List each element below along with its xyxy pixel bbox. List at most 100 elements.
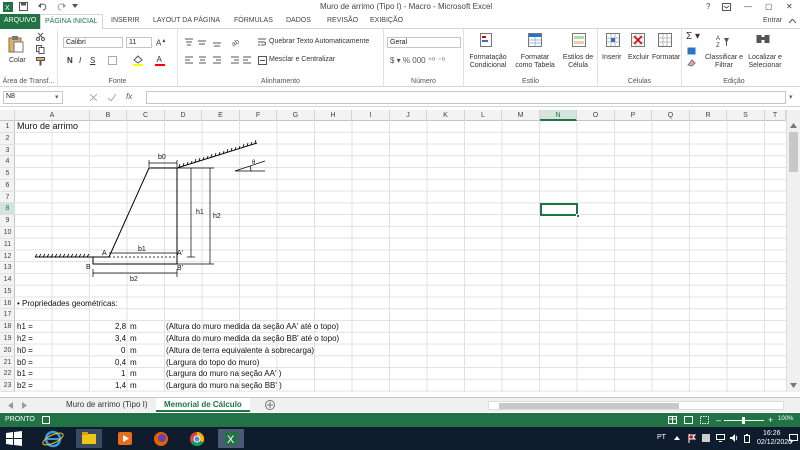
macro-record-icon[interactable] bbox=[42, 416, 50, 424]
scroll-up-icon[interactable] bbox=[790, 123, 797, 128]
close-button[interactable]: ✕ bbox=[786, 2, 793, 11]
column-header[interactable]: A bbox=[15, 110, 90, 121]
merge-center-icon[interactable] bbox=[258, 56, 267, 65]
zoom-slider[interactable] bbox=[724, 417, 764, 424]
chrome-icon[interactable] bbox=[184, 429, 210, 448]
sheet-tab-active[interactable]: Memorial de Cálculo bbox=[156, 398, 250, 412]
align-left-icon[interactable] bbox=[184, 56, 224, 65]
vertical-scrollbar[interactable] bbox=[786, 110, 800, 392]
cell-param-unit[interactable]: m bbox=[130, 357, 137, 369]
volume-icon[interactable] bbox=[730, 434, 739, 442]
borders-icon[interactable] bbox=[108, 56, 117, 65]
column-header[interactable]: C bbox=[127, 110, 165, 121]
tab-arquivo[interactable]: ARQUIVO bbox=[0, 14, 41, 29]
row-header[interactable]: 12 bbox=[0, 251, 15, 263]
row-header[interactable]: 14 bbox=[0, 274, 15, 286]
column-header[interactable]: M bbox=[502, 110, 540, 121]
cell-param-unit[interactable]: m bbox=[130, 345, 137, 357]
format-cells-icon[interactable] bbox=[658, 33, 672, 49]
next-sheet-icon[interactable] bbox=[22, 402, 27, 409]
cell-param-name[interactable]: b1 = bbox=[17, 368, 33, 380]
cell-param-desc[interactable]: (Largura do muro na seção BB' ) bbox=[166, 380, 282, 392]
cell-param-unit[interactable]: m bbox=[130, 333, 137, 345]
cell-styles-icon[interactable] bbox=[572, 33, 586, 49]
zoom-out-button[interactable]: – bbox=[716, 415, 721, 425]
cell-param-name[interactable]: h0 = bbox=[17, 345, 33, 357]
clock-time[interactable]: 16:26 bbox=[763, 430, 781, 437]
horizontal-scrollbar[interactable] bbox=[488, 401, 784, 410]
column-header[interactable]: F bbox=[240, 110, 277, 121]
maximize-button[interactable]: ▢ bbox=[765, 2, 773, 11]
conditional-format-button[interactable]: Formatação Condicional bbox=[466, 54, 510, 70]
align-top-icon[interactable] bbox=[184, 38, 224, 47]
tray-app-icon[interactable] bbox=[702, 434, 710, 442]
scroll-thumb[interactable] bbox=[789, 132, 798, 172]
indent-icon[interactable] bbox=[230, 56, 252, 65]
row-header[interactable]: 11 bbox=[0, 239, 15, 251]
cell-param-value[interactable]: 2,8 bbox=[115, 321, 126, 333]
cell-props-header[interactable]: • Propriedades geométricas: bbox=[17, 298, 118, 310]
cell-styles-button[interactable]: Estilos de Célula bbox=[560, 54, 596, 70]
media-player-icon[interactable] bbox=[112, 429, 138, 448]
bold-button[interactable]: N bbox=[67, 56, 73, 65]
redo-icon[interactable] bbox=[56, 2, 66, 11]
row-header[interactable]: 1 bbox=[0, 121, 15, 133]
action-center-flag-icon[interactable] bbox=[688, 434, 696, 443]
column-header[interactable]: J bbox=[390, 110, 427, 121]
column-header[interactable]: O bbox=[577, 110, 615, 121]
windows-start-icon[interactable] bbox=[6, 431, 22, 446]
insert-function-button[interactable]: fx bbox=[126, 92, 132, 101]
row-header[interactable]: 19 bbox=[0, 333, 15, 345]
cancel-formula-icon[interactable] bbox=[90, 94, 97, 101]
column-header[interactable]: D bbox=[165, 110, 202, 121]
row-header[interactable]: 22 bbox=[0, 368, 15, 381]
cell-param-desc[interactable]: (Largura do topo do muro) bbox=[166, 357, 259, 369]
cut-icon[interactable] bbox=[36, 33, 45, 41]
zoom-slider-thumb[interactable] bbox=[742, 417, 745, 424]
column-header[interactable]: Q bbox=[652, 110, 690, 121]
column-header[interactable]: S bbox=[727, 110, 765, 121]
grow-font-button[interactable]: A▲ bbox=[156, 38, 166, 48]
orientation-icon[interactable]: ab bbox=[230, 37, 242, 47]
row-header[interactable]: 10 bbox=[0, 227, 15, 239]
column-header[interactable]: G bbox=[277, 110, 315, 121]
column-header[interactable]: R bbox=[690, 110, 727, 121]
battery-icon[interactable] bbox=[744, 434, 750, 443]
number-format-buttons[interactable]: $ ▾ % 000 ⁺⁰ ⁻⁰ bbox=[390, 56, 445, 65]
name-box-dropdown[interactable]: ▾ bbox=[55, 93, 59, 101]
underline-button[interactable]: S bbox=[90, 56, 95, 65]
cell-param-desc[interactable]: (Altura de terra equivalente à sobrecarg… bbox=[166, 345, 314, 357]
notification-icon[interactable] bbox=[789, 434, 798, 443]
cell-param-name[interactable]: h2 = bbox=[17, 333, 33, 345]
zoom-level[interactable]: 100% bbox=[778, 416, 793, 422]
row-header[interactable]: 21 bbox=[0, 357, 15, 369]
cell-param-unit[interactable]: m bbox=[130, 368, 137, 380]
page-layout-view-icon[interactable] bbox=[684, 416, 693, 424]
fill-color-icon[interactable] bbox=[133, 55, 143, 66]
expand-formula-icon[interactable]: ▾ bbox=[789, 93, 793, 101]
customize-toolbar-icon[interactable] bbox=[72, 4, 78, 9]
select-all-corner[interactable] bbox=[0, 110, 15, 121]
row-header[interactable]: 17 bbox=[0, 309, 15, 322]
cell-param-name[interactable]: b2 = bbox=[17, 380, 33, 392]
row-header[interactable]: 5 bbox=[0, 168, 15, 180]
undo-icon[interactable] bbox=[38, 2, 48, 11]
network-icon[interactable] bbox=[716, 434, 725, 442]
wrap-text-icon[interactable] bbox=[258, 38, 267, 47]
formula-input[interactable] bbox=[146, 91, 786, 104]
row-header[interactable]: 15 bbox=[0, 286, 15, 298]
cell-param-unit[interactable]: m bbox=[130, 321, 137, 333]
format-cells-button[interactable]: Formatar bbox=[652, 54, 680, 61]
add-sheet-icon[interactable] bbox=[265, 400, 275, 410]
cell-param-desc[interactable]: (Altura do muro medida da seção BB' até … bbox=[166, 333, 339, 345]
minimize-ribbon-icon[interactable] bbox=[789, 19, 796, 24]
number-format-select[interactable]: Geral bbox=[387, 37, 461, 48]
cell-param-value[interactable]: 1,4 bbox=[115, 380, 126, 392]
prev-sheet-icon[interactable] bbox=[8, 402, 13, 409]
minimize-button[interactable]: — bbox=[744, 2, 752, 11]
enter-formula-icon[interactable] bbox=[108, 94, 116, 101]
tab-inserir[interactable]: INSERIR bbox=[111, 17, 139, 24]
column-header[interactable]: L bbox=[465, 110, 502, 121]
tab-exibicao[interactable]: EXIBIÇÃO bbox=[370, 17, 403, 24]
font-name-select[interactable]: Calibri bbox=[63, 37, 123, 48]
